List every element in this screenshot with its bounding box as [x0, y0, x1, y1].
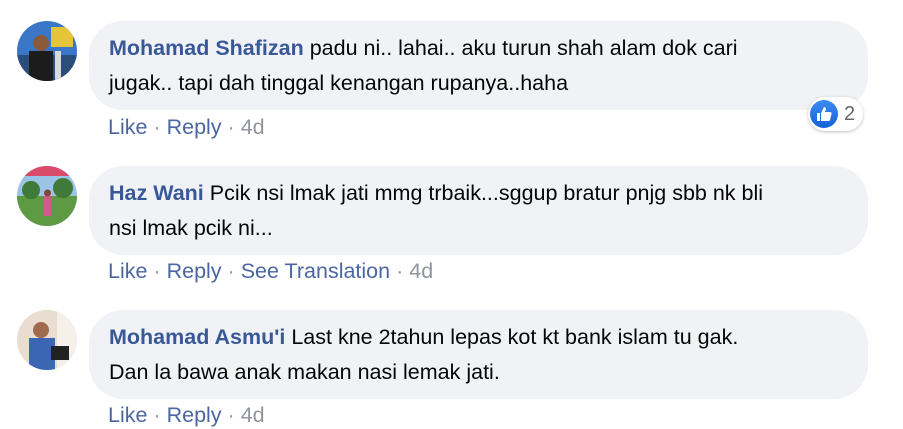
comment-author[interactable]: Mohamad Shafizan	[109, 36, 304, 60]
comment-timestamp[interactable]: 4d	[409, 259, 433, 283]
comment-timestamp[interactable]: 4d	[241, 403, 265, 427]
reply-button[interactable]: Reply	[167, 259, 222, 283]
comment-author[interactable]: Mohamad Asmu'i	[109, 325, 285, 349]
reply-button[interactable]: Reply	[167, 115, 222, 139]
separator: ·	[227, 259, 235, 283]
thumbs-up-icon	[810, 100, 838, 128]
separator: ·	[153, 115, 161, 139]
separator: ·	[396, 259, 404, 283]
comment-bubble: Mohamad Shafizan padu ni.. lahai.. aku t…	[89, 21, 868, 110]
avatar[interactable]	[17, 310, 77, 370]
like-button[interactable]: Like	[108, 403, 147, 427]
comment-actions: Like · Reply · 4d	[108, 401, 265, 429]
reaction-count: 2	[844, 102, 856, 125]
comment-text: Pcik nsi lmak jati mmg trbaik...sggup br…	[109, 181, 764, 240]
avatar[interactable]	[17, 166, 77, 226]
comment-bubble: Mohamad Asmu'i Last kne 2tahun lepas kot…	[89, 310, 868, 399]
reply-button[interactable]: Reply	[167, 403, 222, 427]
see-translation-button[interactable]: See Translation	[241, 259, 390, 283]
separator: ·	[153, 403, 161, 427]
like-button[interactable]: Like	[108, 259, 147, 283]
like-button[interactable]: Like	[108, 115, 147, 139]
reaction-summary[interactable]: 2	[808, 97, 864, 131]
avatar[interactable]	[17, 21, 77, 81]
comment-author[interactable]: Haz Wani	[109, 181, 204, 205]
separator: ·	[227, 115, 235, 139]
separator: ·	[227, 403, 235, 427]
comment-actions: Like · Reply · See Translation · 4d	[108, 257, 433, 285]
comment-bubble: Haz Wani Pcik nsi lmak jati mmg trbaik..…	[89, 166, 868, 255]
comment-timestamp[interactable]: 4d	[241, 115, 265, 139]
separator: ·	[153, 259, 161, 283]
comment-actions: Like · Reply · 4d	[108, 113, 265, 141]
